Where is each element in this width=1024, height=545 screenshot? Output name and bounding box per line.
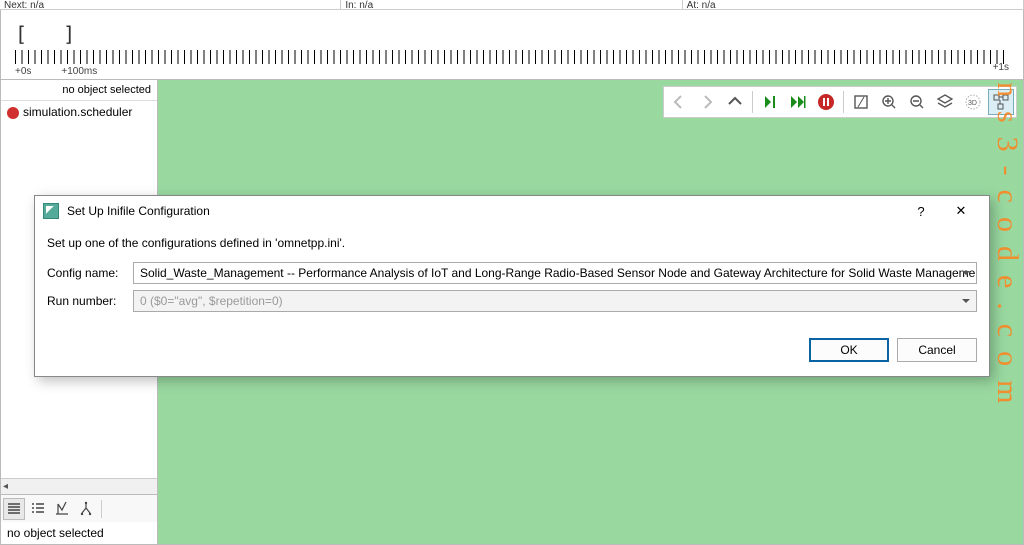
at-cell: At: n/a [683, 0, 1024, 9]
run-number-label: Run number: [47, 294, 133, 308]
simulation-toolbar: 3D [663, 86, 1017, 118]
module-view-button[interactable] [988, 89, 1014, 115]
timeline-brackets: [ ] [15, 22, 87, 46]
relayout-button[interactable] [848, 89, 874, 115]
view-3d-button[interactable]: 3D [960, 89, 986, 115]
fast-run-button[interactable] [785, 89, 811, 115]
ok-button[interactable]: OK [809, 338, 889, 362]
dialog-title: Set Up Inifile Configuration [67, 204, 901, 218]
cancel-button[interactable]: Cancel [897, 338, 977, 362]
svg-text:3D: 3D [968, 100, 977, 107]
timeline-100ms: +100ms [61, 66, 97, 77]
timeline-panel: [ ] +0s +100ms +1s [0, 10, 1024, 80]
config-name-combo[interactable]: Solid_Waste_Management -- Performance An… [133, 262, 977, 284]
dialog-help-button[interactable]: ? [901, 197, 941, 225]
timeline-end: +1s [993, 62, 1009, 73]
timeline-track[interactable] [15, 50, 1009, 64]
dialog-description: Set up one of the configurations defined… [47, 236, 977, 250]
mode-details-icon[interactable] [27, 498, 49, 520]
layers-button[interactable] [932, 89, 958, 115]
dialog-close-button[interactable]: ✕ [941, 197, 981, 225]
inspector-mode-tabs [1, 494, 157, 522]
in-cell: In: n/a [341, 0, 682, 9]
zoom-out-button[interactable] [904, 89, 930, 115]
nav-forward-button[interactable] [694, 89, 720, 115]
inifile-config-dialog: Set Up Inifile Configuration ? ✕ Set up … [34, 195, 990, 377]
stop-button[interactable] [813, 89, 839, 115]
tree-item-label[interactable]: simulation.scheduler [23, 105, 132, 119]
timeline-start: +0s [15, 66, 31, 77]
dialog-app-icon [43, 203, 59, 219]
next-cell: Next: n/a [0, 0, 341, 9]
run-number-combo[interactable]: 0 ($0="avg", $repetition=0) [133, 290, 977, 312]
mode-graph-icon[interactable] [51, 498, 73, 520]
selection-status-bottom: no object selected [1, 522, 157, 544]
mode-list-icon[interactable] [3, 498, 25, 520]
mode-tree-icon[interactable] [75, 498, 97, 520]
top-info-strip: Next: n/a In: n/a At: n/a [0, 0, 1024, 10]
zoom-in-button[interactable] [876, 89, 902, 115]
config-name-label: Config name: [47, 266, 133, 280]
selection-status-top: no object selected [1, 80, 157, 101]
nav-back-button[interactable] [666, 89, 692, 115]
horizontal-scrollbar[interactable] [1, 478, 157, 494]
dialog-titlebar[interactable]: Set Up Inifile Configuration ? ✕ [35, 196, 989, 226]
record-dot-icon [7, 107, 19, 119]
nav-up-button[interactable] [722, 89, 748, 115]
run-button[interactable] [757, 89, 783, 115]
